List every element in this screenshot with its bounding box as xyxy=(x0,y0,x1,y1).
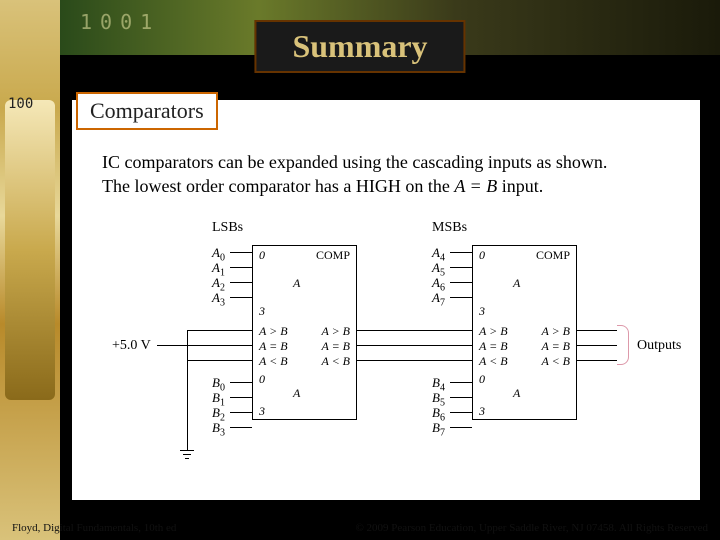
zero-b2: 0 xyxy=(479,372,485,387)
pin-b3: B3 xyxy=(212,420,225,439)
comparator-low: COMP 0 A 3 A > B A = B A < B A > B A = B… xyxy=(252,245,357,420)
side-digits: 100 xyxy=(8,96,33,112)
zero-b1: 0 xyxy=(259,372,265,387)
pin-a7: A7 xyxy=(432,290,445,309)
footer-left: Floyd, Digital Fundamentals, 10th ed xyxy=(12,522,176,534)
msbs-label: MSBs xyxy=(432,220,467,236)
a-label-1: A xyxy=(293,276,300,291)
three-b1: 3 xyxy=(259,404,265,419)
in-aeqb-1: A = B xyxy=(259,339,288,354)
a-label-b2: A xyxy=(513,386,520,401)
in-agtb-2: A > B xyxy=(479,324,508,339)
body-text: IC comparators can be expanded using the… xyxy=(102,150,670,199)
three-a1: 3 xyxy=(259,304,265,319)
comp-label-1: COMP xyxy=(316,248,350,263)
out-altb-2: A < B xyxy=(541,354,570,369)
out-agtb-1: A > B xyxy=(321,324,350,339)
pin-a3: A3 xyxy=(212,290,225,309)
a-label-2: A xyxy=(513,276,520,291)
output-bracket xyxy=(617,325,629,365)
in-altb-2: A < B xyxy=(479,354,508,369)
section-label: Comparators xyxy=(76,92,218,130)
pin-b7: B7 xyxy=(432,420,445,439)
out-agtb-2: A > B xyxy=(541,324,570,339)
footer: Floyd, Digital Fundamentals, 10th ed © 2… xyxy=(12,522,708,534)
v5-label: +5.0 V xyxy=(112,338,151,354)
slide-title: Summary xyxy=(254,20,465,73)
three-a2: 3 xyxy=(479,304,485,319)
comp-label-2: COMP xyxy=(536,248,570,263)
outputs-label: Outputs xyxy=(637,338,681,354)
out-altb-1: A < B xyxy=(321,354,350,369)
footer-right: © 2009 Pearson Education, Upper Saddle R… xyxy=(355,522,708,534)
top-digits: 1001 xyxy=(80,10,160,34)
a-label-b1: A xyxy=(293,386,300,401)
in-altb-1: A < B xyxy=(259,354,288,369)
body-line1: IC comparators can be expanded using the… xyxy=(102,152,607,172)
in-agtb-1: A > B xyxy=(259,324,288,339)
out-aeqb-2: A = B xyxy=(541,339,570,354)
content-area: Comparators IC comparators can be expand… xyxy=(72,100,700,500)
body-line2a: The lowest order comparator has a HIGH o… xyxy=(102,176,454,196)
lsbs-label: LSBs xyxy=(212,220,243,236)
out-aeqb-1: A = B xyxy=(321,339,350,354)
in-aeqb-2: A = B xyxy=(479,339,508,354)
three-b2: 3 xyxy=(479,404,485,419)
zero-a1: 0 xyxy=(259,248,265,263)
diagram: LSBs MSBs A0 A1 A2 A3 B0 B1 B2 B3 A4 A5 … xyxy=(102,220,690,490)
comparator-high: COMP 0 A 3 A > B A = B A < B A > B A = B… xyxy=(472,245,577,420)
body-line2-ital: A = B xyxy=(454,176,497,196)
zero-a2: 0 xyxy=(479,248,485,263)
side-decor: 100 xyxy=(0,0,60,540)
body-line2b: input. xyxy=(497,176,543,196)
